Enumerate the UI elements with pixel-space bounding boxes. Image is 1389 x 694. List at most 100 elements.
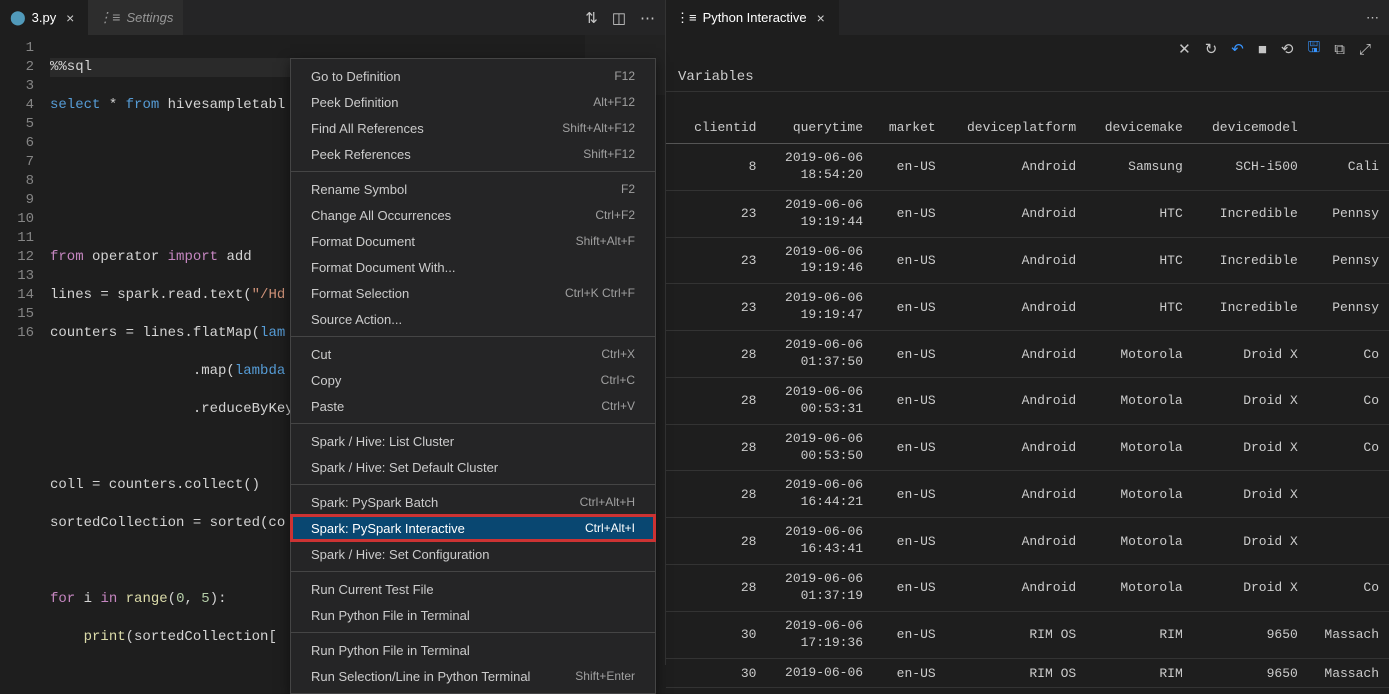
- split-icon[interactable]: ◫: [612, 9, 626, 27]
- variables-header[interactable]: Variables: [666, 63, 1389, 92]
- menu-item[interactable]: Source Action...: [291, 306, 655, 332]
- menu-item[interactable]: Run Current Test File: [291, 576, 655, 602]
- column-header[interactable]: [1308, 112, 1389, 144]
- table-row[interactable]: 282019-06-0600:53:31en-USAndroidMotorola…: [666, 377, 1389, 424]
- tab-settings[interactable]: ⋮≡ Settings: [88, 0, 183, 35]
- menu-item[interactable]: PasteCtrl+V: [291, 393, 655, 419]
- column-header[interactable]: querytime: [766, 112, 873, 144]
- menu-item[interactable]: Peek DefinitionAlt+F12: [291, 89, 655, 115]
- table-row[interactable]: 302019-06-06en-USRIM OSRIM9650Massach: [666, 658, 1389, 688]
- menu-separator: [291, 571, 655, 572]
- table-cell: Pennsy: [1308, 190, 1389, 237]
- table-row[interactable]: 302019-06-0617:19:36en-USRIM OSRIM9650Ma…: [666, 611, 1389, 658]
- save-icon[interactable]: 🖫: [1307, 37, 1320, 62]
- table-cell: en-US: [873, 565, 946, 612]
- table-cell: Android: [946, 237, 1087, 284]
- more-icon[interactable]: ⋯: [640, 9, 655, 27]
- menu-item-shortcut: Ctrl+C: [601, 373, 635, 387]
- menu-item[interactable]: Rename SymbolF2: [291, 176, 655, 202]
- menu-item-label: Format Document With...: [311, 260, 455, 275]
- tab-python-interactive-label: Python Interactive: [703, 10, 807, 25]
- column-header[interactable]: devicemake: [1086, 112, 1193, 144]
- tab-file-label: 3.py: [32, 10, 57, 25]
- menu-item[interactable]: Go to DefinitionF12: [291, 63, 655, 89]
- menu-item[interactable]: Run Selection/Line in Python TerminalShi…: [291, 663, 655, 689]
- table-cell: 9650: [1193, 611, 1308, 658]
- table-cell: en-US: [873, 144, 946, 191]
- interactive-more-icon[interactable]: ⋯: [1366, 10, 1389, 26]
- table-cell: Motorola: [1086, 565, 1193, 612]
- table-row[interactable]: 82019-06-0618:54:20en-USAndroidSamsungSC…: [666, 144, 1389, 191]
- close-icon[interactable]: ×: [813, 10, 829, 26]
- table-cell: HTC: [1086, 190, 1193, 237]
- table-cell: 9650: [1193, 658, 1308, 688]
- interactive-tab-bar: ⋮≡ Python Interactive × ⋯: [666, 0, 1389, 35]
- menu-item[interactable]: Run Python File in Terminal: [291, 637, 655, 663]
- menu-item[interactable]: Run Python File in Terminal: [291, 602, 655, 628]
- menu-item[interactable]: Find All ReferencesShift+Alt+F12: [291, 115, 655, 141]
- menu-item[interactable]: CopyCtrl+C: [291, 367, 655, 393]
- menu-item-shortcut: F2: [621, 182, 635, 196]
- cancel-icon[interactable]: ✕: [1178, 40, 1191, 58]
- table-cell: Android: [946, 190, 1087, 237]
- table-row[interactable]: 282019-06-0616:44:21en-USAndroidMotorola…: [666, 471, 1389, 518]
- menu-item-shortcut: Ctrl+Alt+H: [580, 495, 635, 509]
- table-cell: en-US: [873, 284, 946, 331]
- table-cell: en-US: [873, 237, 946, 284]
- column-header[interactable]: devicemodel: [1193, 112, 1308, 144]
- table-cell: Droid X: [1193, 565, 1308, 612]
- menu-item[interactable]: Peek ReferencesShift+F12: [291, 141, 655, 167]
- copy-icon[interactable]: ⧉: [1334, 41, 1345, 58]
- table-cell: 28: [666, 471, 766, 518]
- table-cell: 2019-06-0601:37:19: [766, 565, 873, 612]
- column-header[interactable]: deviceplatform: [946, 112, 1087, 144]
- menu-item[interactable]: Spark / Hive: List Cluster: [291, 428, 655, 454]
- table-cell: [1308, 518, 1389, 565]
- table-cell: en-US: [873, 190, 946, 237]
- table-row[interactable]: 282019-06-0600:53:50en-USAndroidMotorola…: [666, 424, 1389, 471]
- code-content: %%sql select * from hivesampletabl from …: [50, 35, 319, 665]
- table-cell: Android: [946, 518, 1087, 565]
- interactive-toolbar: ✕ ↻ ↶ ■ ⟲ 🖫 ⧉ ⤢: [666, 35, 1389, 63]
- tab-python-interactive[interactable]: ⋮≡ Python Interactive ×: [666, 0, 839, 35]
- list-icon: ⋮≡: [676, 10, 697, 26]
- menu-item[interactable]: Spark: PySpark InteractiveCtrl+Alt+I: [291, 515, 655, 541]
- column-header[interactable]: market: [873, 112, 946, 144]
- menu-separator: [291, 171, 655, 172]
- table-cell: Massach: [1308, 611, 1389, 658]
- menu-item-label: Go to Definition: [311, 69, 401, 84]
- table-cell: 30: [666, 611, 766, 658]
- table-row[interactable]: 232019-06-0619:19:44en-USAndroidHTCIncre…: [666, 190, 1389, 237]
- menu-item-label: Source Action...: [311, 312, 402, 327]
- menu-item[interactable]: CutCtrl+X: [291, 341, 655, 367]
- menu-item-label: Change All Occurrences: [311, 208, 451, 223]
- table-row[interactable]: 282019-06-0601:37:19en-USAndroidMotorola…: [666, 565, 1389, 612]
- compare-icon[interactable]: ⇅: [585, 9, 598, 27]
- menu-item[interactable]: Spark / Hive: Set Configuration: [291, 541, 655, 567]
- table-row[interactable]: 282019-06-0616:43:41en-USAndroidMotorola…: [666, 518, 1389, 565]
- menu-item-shortcut: Shift+F12: [583, 147, 635, 161]
- tab-file[interactable]: ⬤ 3.py ×: [0, 0, 88, 35]
- close-icon[interactable]: ×: [62, 10, 78, 26]
- menu-item[interactable]: Format SelectionCtrl+K Ctrl+F: [291, 280, 655, 306]
- column-header[interactable]: clientid: [666, 112, 766, 144]
- table-cell: Motorola: [1086, 377, 1193, 424]
- menu-item[interactable]: Format Document With...: [291, 254, 655, 280]
- table-cell: Android: [946, 284, 1087, 331]
- restart-icon[interactable]: ⟲: [1281, 40, 1294, 58]
- redo-icon[interactable]: ↻: [1205, 40, 1218, 58]
- undo-icon[interactable]: ↶: [1231, 40, 1244, 58]
- menu-item[interactable]: Format DocumentShift+Alt+F: [291, 228, 655, 254]
- table-cell: Android: [946, 377, 1087, 424]
- menu-item[interactable]: Spark: PySpark BatchCtrl+Alt+H: [291, 489, 655, 515]
- variables-table: clientidquerytimemarketdeviceplatformdev…: [666, 112, 1389, 688]
- menu-item[interactable]: Change All OccurrencesCtrl+F2: [291, 202, 655, 228]
- menu-item[interactable]: Spark / Hive: Set Default Cluster: [291, 454, 655, 480]
- table-cell: RIM OS: [946, 611, 1087, 658]
- table-row[interactable]: 282019-06-0601:37:50en-USAndroidMotorola…: [666, 331, 1389, 378]
- table-row[interactable]: 232019-06-0619:19:46en-USAndroidHTCIncre…: [666, 237, 1389, 284]
- table-cell: 28: [666, 565, 766, 612]
- table-row[interactable]: 232019-06-0619:19:47en-USAndroidHTCIncre…: [666, 284, 1389, 331]
- stop-icon[interactable]: ■: [1258, 41, 1267, 58]
- expand-icon[interactable]: ⤢: [1359, 41, 1371, 58]
